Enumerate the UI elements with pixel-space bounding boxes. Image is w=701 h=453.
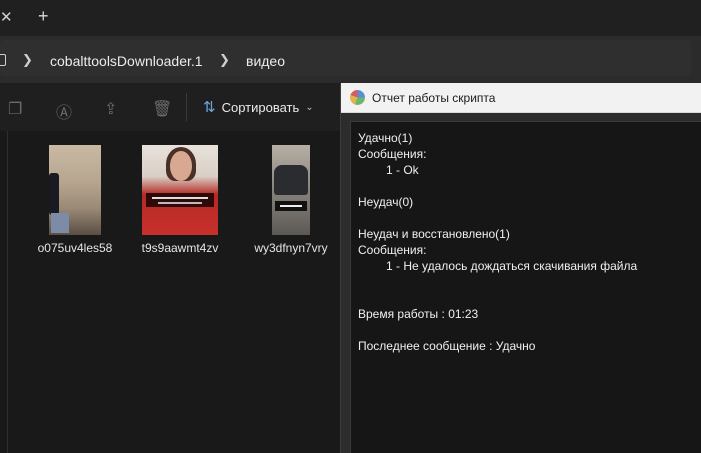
video-thumbnail [49,145,101,235]
sort-button[interactable]: ⇅ Сортировать ⌄ [203,98,314,116]
breadcrumb-chevron-icon[interactable]: ❯ [219,52,230,68]
runtime-line: Время работы : 01:23 [358,307,479,321]
new-tab-icon[interactable]: + [38,6,49,27]
share-icon[interactable]: ⇪ [104,99,117,119]
address-bar: ❯ cobalttoolsDownloader.1 ❯ видео [0,36,701,83]
report-title: Отчет работы скрипта [372,91,496,105]
nav-pane-divider [7,131,8,453]
success-message: 1 - Ok [386,163,419,177]
app-logo-icon [350,90,365,105]
delete-icon[interactable]: 🗑 [152,99,172,119]
sort-icon: ⇅ [203,99,216,116]
report-window: Отчет работы скрипта Удачно(1) Сообщения… [340,83,701,453]
file-name: t9s9aawmt4zv [141,241,219,255]
last-message-line: Последнее сообщение : Удачно [358,339,536,353]
file-item[interactable]: t9s9aawmt4zv [130,145,230,255]
toolbar-divider [186,93,187,121]
file-name: wy3dfnyn7vry [254,241,328,255]
rename-icon[interactable]: Ⓐ [56,99,72,123]
file-item[interactable]: wy3dfnyn7vry [241,145,341,255]
copy-icon[interactable]: ❐ [8,99,22,119]
restored-header: Неудач и восстановлено(1) [358,227,510,241]
video-thumbnail [272,145,310,235]
breadcrumb-chevron-icon[interactable]: ❯ [22,52,33,68]
file-item[interactable]: o075uv4les58 [25,145,125,255]
sort-label: Сортировать [221,99,300,115]
file-name: o075uv4les58 [37,241,113,255]
report-titlebar[interactable]: Отчет работы скрипта [341,83,701,113]
video-thumbnail [142,145,218,235]
breadcrumb-item-current[interactable]: видео [246,53,285,69]
close-tab-icon[interactable]: ✕ [0,8,13,26]
success-header: Удачно(1) [358,131,413,145]
breadcrumb-item-folder[interactable]: cobalttoolsDownloader.1 [50,53,203,69]
restored-message: 1 - Не удалось дождаться скачивания файл… [386,259,638,273]
fail-header: Неудач(0) [358,195,414,209]
chevron-down-icon: ⌄ [305,101,314,113]
address-field[interactable]: ❯ cobalttoolsDownloader.1 ❯ видео [0,40,691,76]
success-messages-label: Сообщения: [358,147,427,161]
report-text-area[interactable]: Удачно(1) Сообщения: 1 - Ok Неудач(0) Не… [350,121,701,453]
explorer-tab-bar: ✕ + [0,0,701,36]
restored-messages-label: Сообщения: [358,243,427,257]
folder-icon [0,54,6,66]
